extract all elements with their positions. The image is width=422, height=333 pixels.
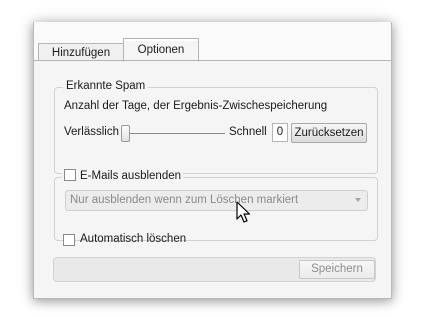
hide-emails-checkbox[interactable] [64,169,76,181]
tab-bar: Hinzufügen Optionen [34,22,391,62]
cache-days-value-text: 0 [276,126,284,138]
cache-days-slider-thumb[interactable] [121,125,130,142]
tab-options[interactable]: Optionen [123,38,199,62]
cache-days-slider[interactable] [121,133,225,134]
cache-days-description: Anzahl der Tage, der Ergebnis-Zwischespe… [64,100,328,112]
mouse-pointer-icon [236,201,251,223]
save-panel: Speichern [53,257,376,282]
tab-bar-divider [34,60,391,61]
options-window: Hinzufügen Optionen Erkannte Spam Anzahl… [33,22,392,299]
tab-add-label: Hinzufügen [51,47,111,59]
hide-mode-dropdown[interactable]: Nur ausblenden wenn zum Löschen markiert [65,190,368,211]
hide-emails-group: E-Mails ausblenden Nur ausblenden wenn z… [54,169,378,241]
detected-spam-group: Erkannte Spam Anzahl der Tage, der Ergeb… [54,80,378,174]
reset-button-label: Zurücksetzen [294,127,364,139]
cache-days-value: 0 [272,123,288,142]
chevron-down-icon [355,198,361,202]
screen: Hinzufügen Optionen Erkannte Spam Anzahl… [0,0,422,333]
slider-min-label: Verlässlich [64,126,119,138]
auto-delete-label: Automatisch löschen [80,233,187,245]
detected-spam-title: Erkannte Spam [63,80,149,92]
reset-button[interactable]: Zurücksetzen [291,123,367,143]
hide-mode-dropdown-value: Nur ausblenden wenn zum Löschen markiert [70,194,299,206]
tab-options-highlight [124,39,198,41]
tab-options-label: Optionen [137,44,185,56]
hide-emails-label: E-Mails ausblenden [80,170,182,182]
save-button[interactable]: Speichern [299,260,375,279]
save-button-label: Speichern [311,263,363,275]
slider-max-label: Schnell [229,126,267,138]
hide-emails-header: E-Mails ausblenden [62,169,184,182]
auto-delete-checkbox[interactable] [63,234,75,246]
tab-add[interactable]: Hinzufügen [38,43,124,61]
